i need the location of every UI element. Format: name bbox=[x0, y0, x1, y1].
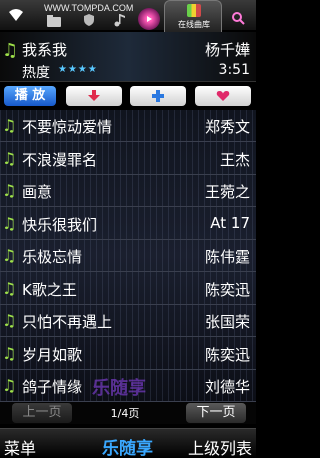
song-list[interactable]: 乐随享 ♫ 不要惊动爱情 郑秀文 ♫ 不浪漫罪名 王杰 ♫ 画意 王菀之 ♫ 快乐很我们 At 17 ♫… bbox=[0, 110, 256, 402]
center-softkey[interactable]: 乐随享 bbox=[102, 434, 153, 458]
add-button[interactable] bbox=[130, 86, 186, 106]
note-icon[interactable] bbox=[106, 9, 134, 31]
song-artist: 王杰 bbox=[219, 150, 250, 169]
now-playing-title: 我系我 bbox=[22, 41, 68, 59]
prev-page-button[interactable]: 上一页 bbox=[12, 403, 72, 423]
download-icon bbox=[88, 90, 100, 101]
music-note-icon: ♫ bbox=[2, 246, 17, 265]
music-note-icon: ♫ bbox=[2, 343, 17, 363]
song-title: 不要惊动爱情 bbox=[22, 118, 113, 136]
song-row[interactable]: ♫ 岁月如歌 陈奕迅 bbox=[0, 338, 256, 370]
play-icon[interactable] bbox=[138, 8, 160, 30]
song-artist: 王菀之 bbox=[204, 183, 250, 201]
search-icon[interactable] bbox=[224, 7, 252, 29]
song-title: 岁月如歌 bbox=[22, 345, 83, 364]
song-title: 乐极忘情 bbox=[22, 248, 83, 266]
folder-icon[interactable] bbox=[40, 10, 68, 32]
now-playing-panel[interactable]: ♫ 我系我 杨千嬅 热度 ★★★★ 3:51 bbox=[0, 32, 256, 82]
song-artist: 张国荣 bbox=[204, 313, 250, 331]
song-row[interactable]: ♫ 只怕不再遇上 张国荣 bbox=[0, 305, 256, 337]
rating-stars: ★★★★ bbox=[58, 64, 98, 75]
online-library-icon bbox=[187, 4, 201, 17]
next-page-button[interactable]: 下一页 bbox=[186, 403, 246, 423]
page-indicator: 1/4页 bbox=[110, 407, 140, 420]
song-row[interactable]: ♫ 不浪漫罪名 王杰 bbox=[0, 143, 256, 175]
add-icon bbox=[152, 90, 164, 102]
song-artist: 陈奕迅 bbox=[204, 280, 250, 299]
action-button-row: 播 放 bbox=[0, 84, 256, 108]
song-title: K歌之王 bbox=[22, 280, 77, 299]
song-row[interactable]: ♫ 鸽子情缘 刘德华 bbox=[0, 370, 256, 402]
song-title: 画意 bbox=[22, 183, 53, 201]
music-note-icon: ♫ bbox=[2, 181, 17, 200]
shield-icon[interactable] bbox=[75, 9, 103, 31]
song-artist: At 17 bbox=[210, 213, 250, 232]
status-bar: WWW.TOMPDA.COM 在线曲库 bbox=[0, 0, 256, 32]
pager: 上一页 1/4页 下一页 bbox=[0, 402, 256, 424]
song-artist: 郑秀文 bbox=[204, 118, 250, 136]
song-row[interactable]: ♫ 不要惊动爱情 郑秀文 bbox=[0, 110, 256, 142]
play-button[interactable]: 播 放 bbox=[4, 86, 56, 106]
music-note-icon: ♫ bbox=[2, 148, 17, 168]
online-library-tab[interactable]: 在线曲库 bbox=[164, 0, 222, 32]
now-playing-time: 3:51 bbox=[218, 62, 250, 78]
song-row[interactable]: ♫ 乐极忘情 陈伟霆 bbox=[0, 240, 256, 272]
music-note-icon: ♫ bbox=[2, 311, 17, 330]
song-title: 不浪漫罪名 bbox=[22, 150, 98, 169]
back-softkey[interactable]: 上级列表 bbox=[188, 435, 252, 458]
menu-softkey[interactable]: 菜单 bbox=[4, 435, 36, 458]
song-title: 快乐很我们 bbox=[22, 215, 98, 234]
song-row[interactable]: ♫ 画意 王菀之 bbox=[0, 175, 256, 207]
music-note-icon: ♫ bbox=[2, 278, 17, 298]
music-note-icon: ♫ bbox=[2, 213, 17, 233]
heat-label: 热度 bbox=[22, 65, 50, 81]
favorite-button[interactable] bbox=[195, 86, 251, 106]
heart-icon bbox=[216, 91, 230, 101]
bottom-bar: 菜单 乐随享 上级列表 bbox=[0, 428, 256, 458]
download-button[interactable] bbox=[66, 86, 122, 106]
song-row[interactable]: ♫ K歌之王 陈奕迅 bbox=[0, 273, 256, 305]
song-artist: 刘德华 bbox=[204, 378, 250, 396]
song-artist: 陈伟霆 bbox=[204, 248, 250, 266]
music-note-icon: ♫ bbox=[2, 116, 17, 135]
song-artist: 陈奕迅 bbox=[204, 345, 250, 364]
music-note-icon: ♫ bbox=[2, 376, 17, 395]
now-playing-artist: 杨千嬅 bbox=[204, 41, 250, 59]
wifi-icon bbox=[2, 4, 30, 26]
online-library-label: 在线曲库 bbox=[178, 20, 210, 29]
music-note-icon: ♫ bbox=[2, 40, 19, 61]
song-row[interactable]: ♫ 快乐很我们 At 17 bbox=[0, 208, 256, 240]
song-title: 只怕不再遇上 bbox=[22, 313, 113, 331]
song-title: 鸽子情缘 bbox=[22, 378, 83, 396]
